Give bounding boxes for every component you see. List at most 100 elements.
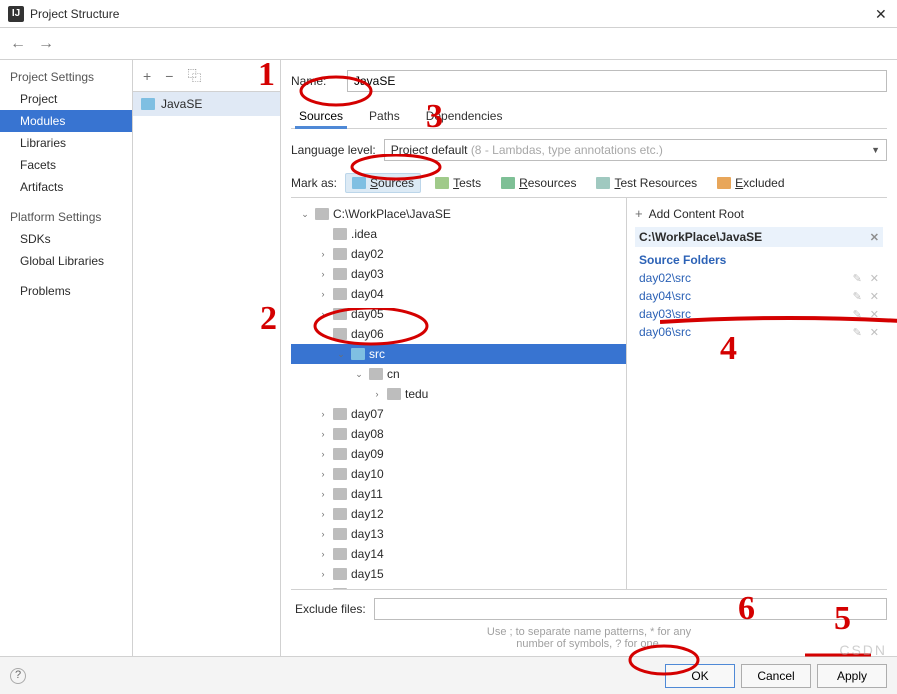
tree-row[interactable]: ›day02	[291, 244, 626, 264]
chevron-right-icon[interactable]: ›	[317, 429, 329, 439]
folder-icon	[333, 248, 347, 260]
tree-row[interactable]: .idea	[291, 224, 626, 244]
tree-row[interactable]: ⌄day06	[291, 324, 626, 344]
remove-icon[interactable]: ✕	[870, 290, 879, 303]
details-panel: Name: SourcesPathsDependencies Language …	[281, 60, 897, 656]
chevron-right-icon[interactable]: ›	[317, 469, 329, 479]
tree-row[interactable]: › day11	[291, 484, 626, 504]
folder-icon	[333, 588, 347, 589]
name-input[interactable]	[347, 70, 887, 92]
chevron-right-icon[interactable]: ›	[317, 509, 329, 519]
remove-content-root-icon[interactable]: ✕	[870, 231, 879, 244]
edit-icon[interactable]: ✎	[853, 272, 862, 285]
chevron-right-icon[interactable]: ›	[317, 409, 329, 419]
tree-label: day04	[351, 287, 384, 301]
tree-row[interactable]: ›day13	[291, 524, 626, 544]
remove-icon[interactable]: ✕	[870, 326, 879, 339]
nav-bar: ← →	[0, 28, 897, 60]
chevron-right-icon[interactable]: ›	[317, 569, 329, 579]
sidebar-item-global-libraries[interactable]: Global Libraries	[0, 250, 132, 272]
mark-sources-button[interactable]: Sources	[345, 173, 421, 193]
close-icon[interactable]: ✕	[875, 7, 889, 21]
tree-row[interactable]: ›day03	[291, 264, 626, 284]
add-content-root-button[interactable]: + Add Content Root	[635, 204, 883, 227]
chevron-right-icon[interactable]: ›	[317, 449, 329, 459]
tree-label: tedu	[405, 387, 428, 401]
tree-row[interactable]: › day04	[291, 284, 626, 304]
content-root-panel: + Add Content Root C:\WorkPlace\JavaSE ✕…	[627, 198, 887, 589]
tree-row[interactable]: ›day15	[291, 564, 626, 584]
sidebar-item-libraries[interactable]: Libraries	[0, 132, 132, 154]
language-level-select[interactable]: Project default (8 - Lambdas, type annot…	[384, 139, 887, 161]
tree-row[interactable]: ⌄C:\WorkPlace\JavaSE	[291, 204, 626, 224]
cancel-button[interactable]: Cancel	[741, 664, 811, 688]
source-folder-row[interactable]: day06\src✎✕	[635, 323, 883, 341]
chevron-right-icon[interactable]: ›	[317, 289, 329, 299]
tree-row[interactable]: ›day05	[291, 304, 626, 324]
source-tree[interactable]: ⌄C:\WorkPlace\JavaSE.idea›day02›day03›da…	[291, 198, 627, 589]
mark-tests-button[interactable]: Tests	[429, 174, 487, 192]
chevron-down-icon[interactable]: ⌄	[317, 329, 329, 340]
chevron-right-icon[interactable]: ›	[317, 309, 329, 319]
exclude-files-input[interactable]	[374, 598, 887, 620]
tree-row[interactable]: › day14	[291, 544, 626, 564]
content-root-path[interactable]: C:\WorkPlace\JavaSE	[639, 230, 762, 244]
tree-row[interactable]: ›day07	[291, 404, 626, 424]
forward-icon[interactable]: →	[38, 35, 54, 53]
tree-row[interactable]: ›day08	[291, 424, 626, 444]
source-folder-row[interactable]: day03\src✎✕	[635, 305, 883, 323]
chevron-right-icon[interactable]: ›	[317, 549, 329, 559]
tree-row[interactable]: ⌄src	[291, 344, 626, 364]
source-folder-label: day04\src	[639, 289, 691, 303]
name-label: Name:	[291, 74, 335, 88]
tab-paths[interactable]: Paths	[365, 104, 404, 128]
sidebar-item-problems[interactable]: Problems	[0, 280, 132, 302]
chevron-down-icon[interactable]: ⌄	[335, 349, 347, 360]
chevron-down-icon[interactable]: ⌄	[299, 209, 311, 220]
sidebar-item-facets[interactable]: Facets	[0, 154, 132, 176]
chevron-right-icon[interactable]: ›	[371, 389, 383, 399]
chevron-right-icon[interactable]: ›	[317, 529, 329, 539]
source-folder-label: day02\src	[639, 271, 691, 285]
chevron-right-icon[interactable]: ›	[317, 269, 329, 279]
mark-resources-button[interactable]: Resources	[495, 174, 582, 192]
sidebar-item-project[interactable]: Project	[0, 88, 132, 110]
remove-icon[interactable]: ✕	[870, 308, 879, 321]
chevron-right-icon[interactable]: ›	[317, 249, 329, 259]
source-folder-row[interactable]: day04\src ✎ ✕	[635, 287, 883, 305]
edit-icon[interactable]: ✎	[853, 290, 862, 303]
mark-label: Excluded	[735, 176, 784, 190]
sidebar-item-artifacts[interactable]: Artifacts	[0, 176, 132, 198]
tree-row[interactable]: ›day10	[291, 464, 626, 484]
ok-button[interactable]: OK	[665, 664, 735, 688]
chevron-down-icon[interactable]: ⌄	[353, 369, 365, 380]
mark-excluded-button[interactable]: Excluded	[711, 174, 790, 192]
remove-icon[interactable]: −	[165, 68, 173, 84]
chevron-right-icon[interactable]: ›	[317, 489, 329, 499]
remove-icon[interactable]: ✕	[870, 272, 879, 285]
copy-icon[interactable]: ⿻	[187, 66, 201, 86]
sidebar-item-sdks[interactable]: SDKs	[0, 228, 132, 250]
edit-icon[interactable]: ✎	[853, 326, 862, 339]
mark-test-resources-button[interactable]: Test Resources	[590, 174, 703, 192]
tab-sources[interactable]: Sources	[295, 104, 347, 128]
folder-icon	[351, 348, 365, 360]
edit-icon[interactable]: ✎	[853, 308, 862, 321]
exclude-hint-1: Use ; to separate name patterns, * for a…	[487, 626, 691, 638]
tree-label: day11	[351, 487, 383, 501]
tab-dependencies[interactable]: Dependencies	[422, 104, 507, 128]
module-item[interactable]: JavaSE	[133, 92, 280, 116]
tree-row[interactable]: › tedu	[291, 384, 626, 404]
help-icon[interactable]: ?	[10, 668, 26, 684]
tree-row[interactable]: ›day12	[291, 504, 626, 524]
tree-label: day14	[351, 547, 384, 561]
tree-row[interactable]: ⌄cn	[291, 364, 626, 384]
sidebar-heading: Platform Settings	[0, 206, 132, 228]
apply-button[interactable]: Apply	[817, 664, 887, 688]
source-folder-row[interactable]: day02\src ✎ ✕	[635, 269, 883, 287]
folder-icon	[333, 228, 347, 240]
tree-row[interactable]: ›day09	[291, 444, 626, 464]
sidebar-item-modules[interactable]: Modules	[0, 110, 132, 132]
add-icon[interactable]: +	[143, 68, 151, 84]
back-icon[interactable]: ←	[10, 35, 26, 53]
